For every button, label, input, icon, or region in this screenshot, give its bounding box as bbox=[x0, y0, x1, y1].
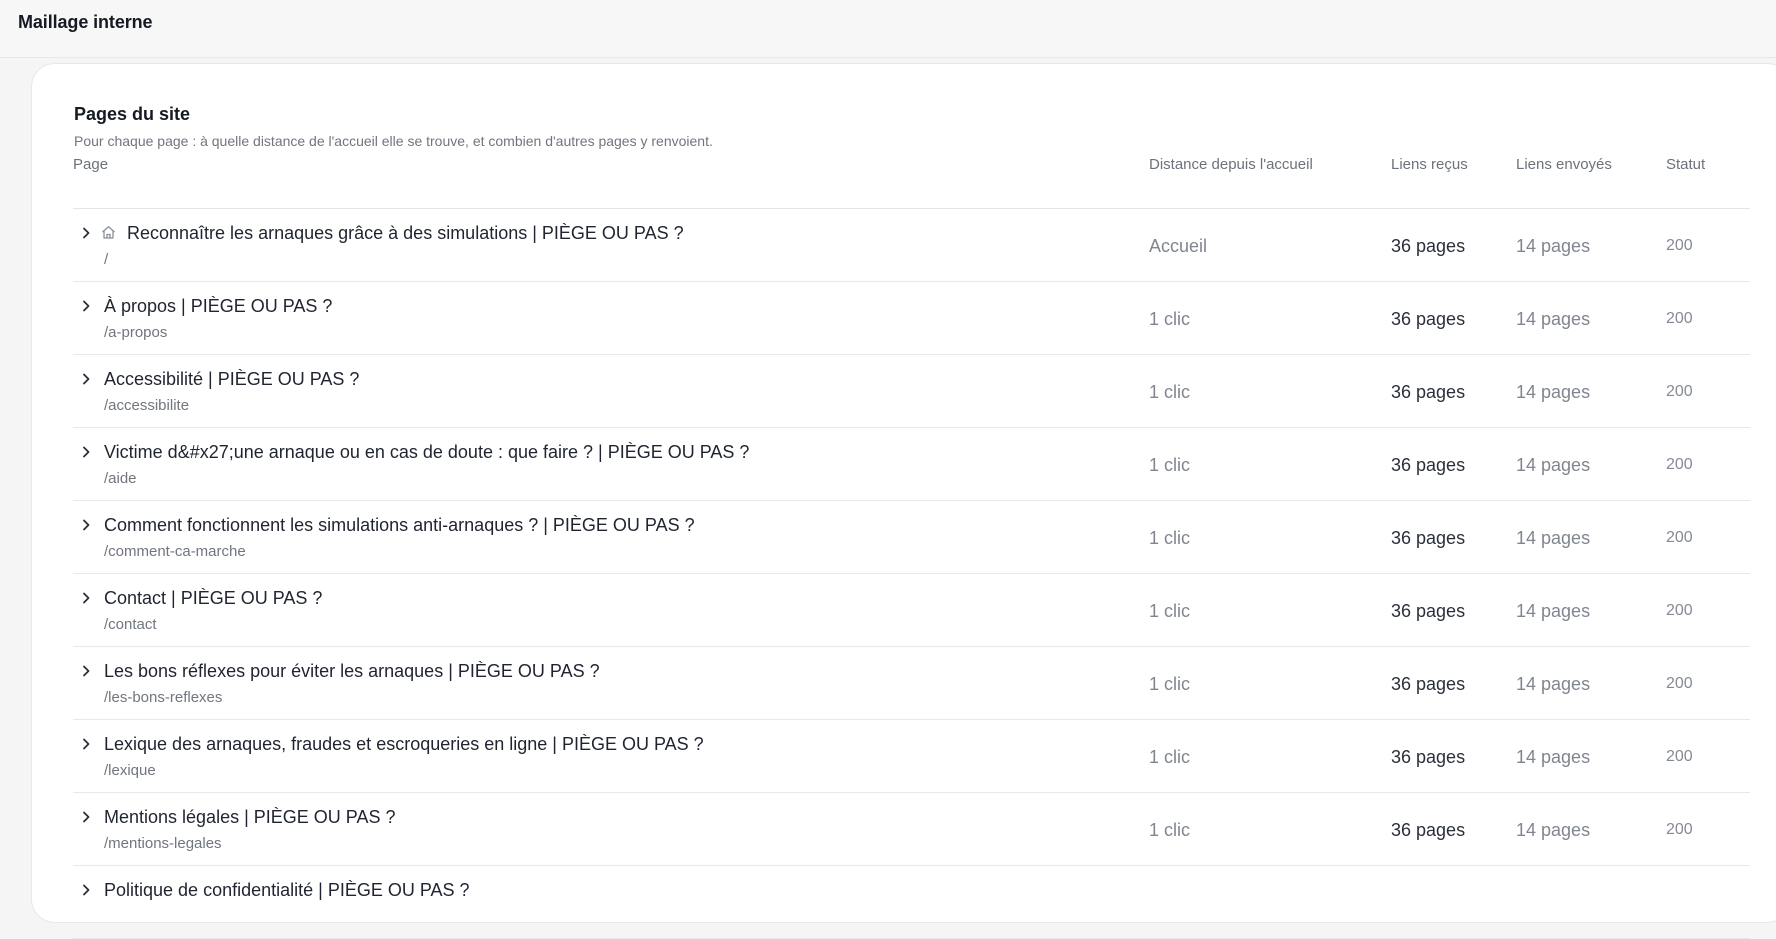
chevron-right-icon[interactable] bbox=[79, 737, 93, 751]
links-sent-cell: 14 pages bbox=[1516, 236, 1591, 256]
links-sent-cell: 14 pages bbox=[1516, 455, 1591, 475]
chevron-right-icon[interactable] bbox=[79, 664, 93, 678]
table-row[interactable]: Accessibilité | PIÈGE OU PAS ? /accessibi… bbox=[73, 355, 1750, 428]
chevron-right-icon[interactable] bbox=[79, 810, 93, 824]
chevron-right-icon[interactable] bbox=[79, 299, 93, 313]
page-path: /mentions-legales bbox=[104, 835, 222, 852]
chevron-right-icon[interactable] bbox=[79, 372, 93, 386]
distance-cell: 1 clic bbox=[1149, 382, 1191, 402]
page-path: /aide bbox=[104, 470, 137, 487]
table-row[interactable]: Politique de confidentialité | PIÈGE OU … bbox=[73, 866, 1750, 939]
column-header-received[interactable]: Liens reçus bbox=[1391, 156, 1468, 173]
section-title: Pages du site bbox=[74, 104, 191, 124]
column-header-sent[interactable]: Liens envoyés bbox=[1516, 156, 1612, 173]
page-title[interactable]: Comment fonctionnent les simulations ant… bbox=[104, 515, 695, 536]
distance-cell: 1 clic bbox=[1149, 601, 1191, 621]
page-path: / bbox=[104, 251, 109, 268]
links-sent-cell: 14 pages bbox=[1516, 528, 1591, 548]
page-path: /les-bons-reflexes bbox=[104, 689, 223, 706]
links-sent-cell: 14 pages bbox=[1516, 747, 1591, 767]
page-title[interactable]: Mentions légales | PIÈGE OU PAS ? bbox=[104, 807, 395, 828]
page-title[interactable]: Contact | PIÈGE OU PAS ? bbox=[104, 588, 322, 609]
distance-cell: 1 clic bbox=[1149, 528, 1191, 548]
distance-cell: 1 clic bbox=[1149, 309, 1191, 329]
links-sent-cell: 14 pages bbox=[1516, 601, 1591, 621]
links-received-cell: 36 pages bbox=[1391, 382, 1466, 402]
page-title[interactable]: Politique de confidentialité | PIÈGE OU … bbox=[104, 880, 470, 901]
distance-cell: 1 clic bbox=[1149, 747, 1191, 767]
chevron-right-icon[interactable] bbox=[79, 445, 93, 459]
app-title: Maillage interne bbox=[18, 12, 153, 32]
table-row[interactable]: Contact | PIÈGE OU PAS ? /contact 1 clic 36… bbox=[73, 574, 1750, 647]
links-sent-cell: 14 pages bbox=[1516, 309, 1591, 329]
column-header-page[interactable]: Page bbox=[73, 156, 108, 173]
pages-table-body: Reconnaître les arnaques grâce à des sim… bbox=[73, 209, 1750, 939]
table-row[interactable]: Victime d&#x27;une arnaque ou en cas de … bbox=[73, 428, 1750, 501]
page-path: /accessibilite bbox=[104, 397, 190, 414]
page-title[interactable]: Lexique des arnaques, fraudes et escroqu… bbox=[104, 734, 704, 755]
status-cell: 200 bbox=[1666, 237, 1693, 254]
page-title[interactable]: Victime d&#x27;une arnaque ou en cas de … bbox=[104, 442, 749, 463]
status-cell: 200 bbox=[1666, 748, 1693, 765]
page-title[interactable]: Reconnaître les arnaques grâce à des sim… bbox=[127, 223, 684, 244]
chevron-right-icon[interactable] bbox=[79, 518, 93, 532]
links-received-cell: 36 pages bbox=[1391, 674, 1466, 694]
status-cell: 200 bbox=[1666, 456, 1693, 473]
links-received-cell: 36 pages bbox=[1391, 309, 1466, 329]
home-icon bbox=[100, 224, 117, 241]
links-sent-cell: 14 pages bbox=[1516, 820, 1591, 840]
section-subtitle: Pour chaque page : à quelle distance de … bbox=[74, 133, 713, 149]
distance-cell: Accueil bbox=[1149, 236, 1208, 256]
table-row[interactable]: Les bons réflexes pour éviter les arnaqu… bbox=[73, 647, 1750, 720]
links-received-cell: 36 pages bbox=[1391, 747, 1466, 767]
table-header: Page Distance depuis l'accueil Liens reç… bbox=[73, 156, 1750, 209]
links-sent-cell: 14 pages bbox=[1516, 382, 1591, 402]
page-path: /a-propos bbox=[104, 324, 168, 341]
chevron-right-icon[interactable] bbox=[79, 883, 93, 897]
distance-cell: 1 clic bbox=[1149, 455, 1191, 475]
status-cell: 200 bbox=[1666, 821, 1693, 838]
table-row[interactable]: Comment fonctionnent les simulations ant… bbox=[73, 501, 1750, 574]
chevron-right-icon[interactable] bbox=[79, 591, 93, 605]
status-cell: 200 bbox=[1666, 383, 1693, 400]
status-cell: 200 bbox=[1666, 529, 1693, 546]
distance-cell: 1 clic bbox=[1149, 674, 1191, 694]
table-row[interactable]: Mentions légales | PIÈGE OU PAS ? /mentio… bbox=[73, 793, 1750, 866]
links-received-cell: 36 pages bbox=[1391, 820, 1466, 840]
distance-cell: 1 clic bbox=[1149, 820, 1191, 840]
page-path: /comment-ca-marche bbox=[104, 543, 246, 560]
links-received-cell: 36 pages bbox=[1391, 601, 1466, 621]
column-header-status[interactable]: Statut bbox=[1666, 156, 1705, 173]
page-path: /lexique bbox=[104, 762, 156, 779]
links-received-cell: 36 pages bbox=[1391, 455, 1466, 475]
page-title[interactable]: Accessibilité | PIÈGE OU PAS ? bbox=[104, 369, 359, 390]
table-row[interactable]: Lexique des arnaques, fraudes et escroqu… bbox=[73, 720, 1750, 793]
chevron-right-icon[interactable] bbox=[79, 226, 93, 240]
page-title[interactable]: À propos | PIÈGE OU PAS ? bbox=[104, 296, 332, 317]
status-cell: 200 bbox=[1666, 675, 1693, 692]
table-row[interactable]: Reconnaître les arnaques grâce à des sim… bbox=[73, 209, 1750, 282]
links-sent-cell: 14 pages bbox=[1516, 674, 1591, 694]
links-received-cell: 36 pages bbox=[1391, 528, 1466, 548]
table-row[interactable]: À propos | PIÈGE OU PAS ? /a-propos 1 clic… bbox=[73, 282, 1750, 355]
status-cell: 200 bbox=[1666, 310, 1693, 327]
page-path: /contact bbox=[104, 616, 157, 633]
links-received-cell: 36 pages bbox=[1391, 236, 1466, 256]
top-bar: Maillage interne bbox=[0, 0, 1776, 58]
column-header-distance[interactable]: Distance depuis l'accueil bbox=[1149, 156, 1313, 173]
status-cell: 200 bbox=[1666, 602, 1693, 619]
page-title[interactable]: Les bons réflexes pour éviter les arnaqu… bbox=[104, 661, 600, 682]
